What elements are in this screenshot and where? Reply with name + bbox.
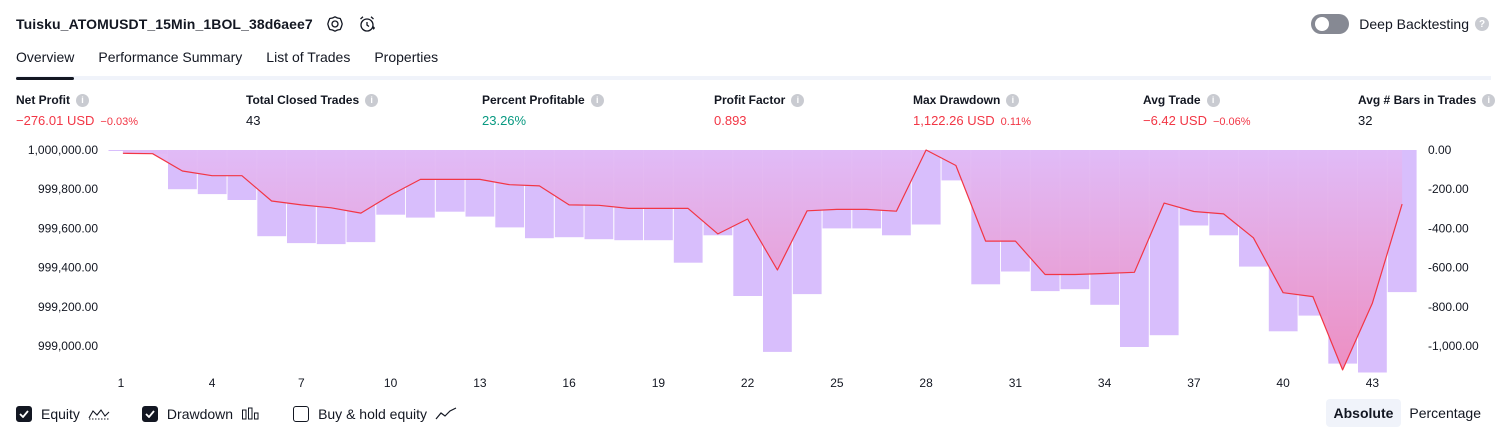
equity-area-fill <box>122 150 1403 370</box>
right-axis-tick: 0.00 <box>1428 143 1452 157</box>
x-axis-tick: 1 <box>118 376 125 390</box>
tab-overview[interactable]: Overview <box>16 44 75 80</box>
left-axis-tick: 999,600.00 <box>38 221 98 235</box>
equity-line-icon <box>88 407 110 421</box>
drawdown-bars-icon <box>241 407 261 421</box>
metric-label: Percent Profitable <box>482 93 585 107</box>
legend-label: Drawdown <box>166 406 234 422</box>
buy-hold-checkbox[interactable] <box>293 406 310 422</box>
legend-equity[interactable]: Equity <box>16 406 110 422</box>
x-axis-tick: 28 <box>919 376 933 390</box>
metric-avg-trade: Avg Trade i −6.42 USD −0.06% <box>1143 93 1251 128</box>
x-axis-tick: 16 <box>562 376 576 390</box>
left-axis-tick: 1,000,000.00 <box>28 143 98 157</box>
tab-list-of-trades[interactable]: List of Trades <box>266 44 350 76</box>
info-icon[interactable]: i <box>1006 93 1020 107</box>
x-axis-tick: 10 <box>384 376 398 390</box>
absolute-button[interactable]: Absolute <box>1325 399 1402 427</box>
x-axis-tick: 40 <box>1276 376 1290 390</box>
metric-percent-profitable: Percent Profitable i 23.26% <box>482 93 604 128</box>
left-axis-tick: 999,800.00 <box>38 182 98 196</box>
strategy-title: Tuisku_ATOMUSDT_15Min_1BOL_38d6aee7 <box>16 16 313 32</box>
right-axis-tick: -800.00 <box>1428 300 1469 314</box>
left-axis-tick: 999,000.00 <box>38 339 98 353</box>
metric-label: Total Closed Trades <box>246 93 360 107</box>
legend-label: Equity <box>41 406 80 422</box>
info-icon[interactable]: i <box>365 93 379 107</box>
x-axis-tick: 4 <box>209 376 216 390</box>
left-axis-tick: 999,400.00 <box>38 261 98 275</box>
percentage-button[interactable]: Percentage <box>1401 399 1489 427</box>
info-icon[interactable]: i <box>1206 93 1220 107</box>
metric-total-closed-trades: Total Closed Trades i 43 <box>246 93 379 128</box>
info-icon[interactable]: i <box>76 93 89 107</box>
drawdown-checkbox[interactable] <box>141 406 158 422</box>
left-axis-tick: 999,200.00 <box>38 300 98 314</box>
right-axis-tick: -400.00 <box>1428 221 1469 235</box>
x-axis-tick: 22 <box>741 376 755 390</box>
info-icon[interactable]: i <box>1482 93 1496 107</box>
metric-label: Avg Trade <box>1143 93 1201 107</box>
right-axis: 0.00 -200.00 -400.00 -600.00 -800.00 -1,000.0… <box>1428 143 1479 353</box>
right-axis-tick: -1,000.00 <box>1428 339 1479 353</box>
view-mode-toggle: Absolute Percentage <box>1325 399 1490 427</box>
metric-profit-factor: Profit Factor i 0.893 <box>714 93 805 128</box>
metric-avg-bars-in-trades: Avg # Bars in Trades i 32 <box>1358 93 1496 128</box>
equity-checkbox[interactable] <box>16 406 32 422</box>
metric-max-drawdown: Max Drawdown i 1,122.26 USD 0.11% <box>913 93 1031 128</box>
metric-label: Avg # Bars in Trades <box>1358 93 1477 107</box>
x-axis-tick: 37 <box>1187 376 1201 390</box>
legend-drawdown[interactable]: Drawdown <box>141 406 261 422</box>
x-axis-tick: 34 <box>1098 376 1112 390</box>
settings-icon[interactable] <box>325 14 345 34</box>
metric-value: 0.893 <box>714 113 747 128</box>
x-axis-tick: 31 <box>1009 376 1023 390</box>
deep-backtesting: Deep Backtesting ? <box>1311 14 1489 34</box>
metric-value: 32 <box>1358 113 1373 128</box>
right-axis-tick: -200.00 <box>1428 182 1469 196</box>
strategy-header: Tuisku_ATOMUSDT_15Min_1BOL_38d6aee7 <box>16 12 377 36</box>
deep-backtesting-label: Deep Backtesting <box>1359 16 1469 32</box>
chart-legend: Equity Drawdown Buy & hold equity <box>16 403 489 425</box>
x-axis-tick: 19 <box>652 376 666 390</box>
toggle-knob <box>1315 17 1330 31</box>
tab-performance-summary[interactable]: Performance Summary <box>98 44 242 76</box>
info-icon[interactable]: i <box>590 93 604 107</box>
metrics-row: Net Profit i −276.01 USD −0.03% Total Clos… <box>0 93 1507 133</box>
metric-label: Max Drawdown <box>913 93 1001 107</box>
info-icon[interactable]: i <box>791 93 805 107</box>
alert-clock-icon[interactable] <box>357 14 377 34</box>
report-tabs: Overview Performance Summary List of Tra… <box>16 44 1491 80</box>
metric-label: Profit Factor <box>714 93 786 107</box>
equity-drawdown-chart: 1,000,000.00 999,800.00 999,600.00 999,400.… <box>28 143 1479 390</box>
help-icon[interactable]: ? <box>1475 17 1489 31</box>
x-axis-tick: 43 <box>1366 376 1380 390</box>
x-axis-tick: 25 <box>830 376 844 390</box>
metric-label: Net Profit <box>16 93 70 107</box>
deep-backtesting-toggle[interactable] <box>1311 14 1350 34</box>
x-axis-tick: 13 <box>473 376 487 390</box>
metric-percent: 0.11% <box>1000 116 1032 128</box>
tab-properties[interactable]: Properties <box>374 44 438 76</box>
metric-percent: −0.03% <box>100 116 139 128</box>
metric-value: 23.26% <box>482 113 527 128</box>
x-axis-tick: 7 <box>298 376 305 390</box>
buy-hold-line-icon <box>435 407 457 421</box>
legend-buy-hold-equity[interactable]: Buy & hold equity <box>293 406 457 422</box>
legend-label: Buy & hold equity <box>318 406 428 422</box>
left-axis: 1,000,000.00 999,800.00 999,600.00 999,400.… <box>28 143 98 353</box>
metric-value: −276.01 USD <box>16 113 95 128</box>
metric-value: −6.42 USD <box>1143 113 1207 128</box>
right-axis-tick: -600.00 <box>1428 261 1469 275</box>
metric-value: 43 <box>246 113 261 128</box>
metric-net-profit: Net Profit i −276.01 USD −0.03% <box>16 93 138 128</box>
x-axis: 1 4 7 10 13 16 19 22 25 28 31 34 37 40 43 <box>118 376 1380 390</box>
metric-value: 1,122.26 USD <box>913 113 995 128</box>
metric-percent: −0.06% <box>1212 116 1251 128</box>
